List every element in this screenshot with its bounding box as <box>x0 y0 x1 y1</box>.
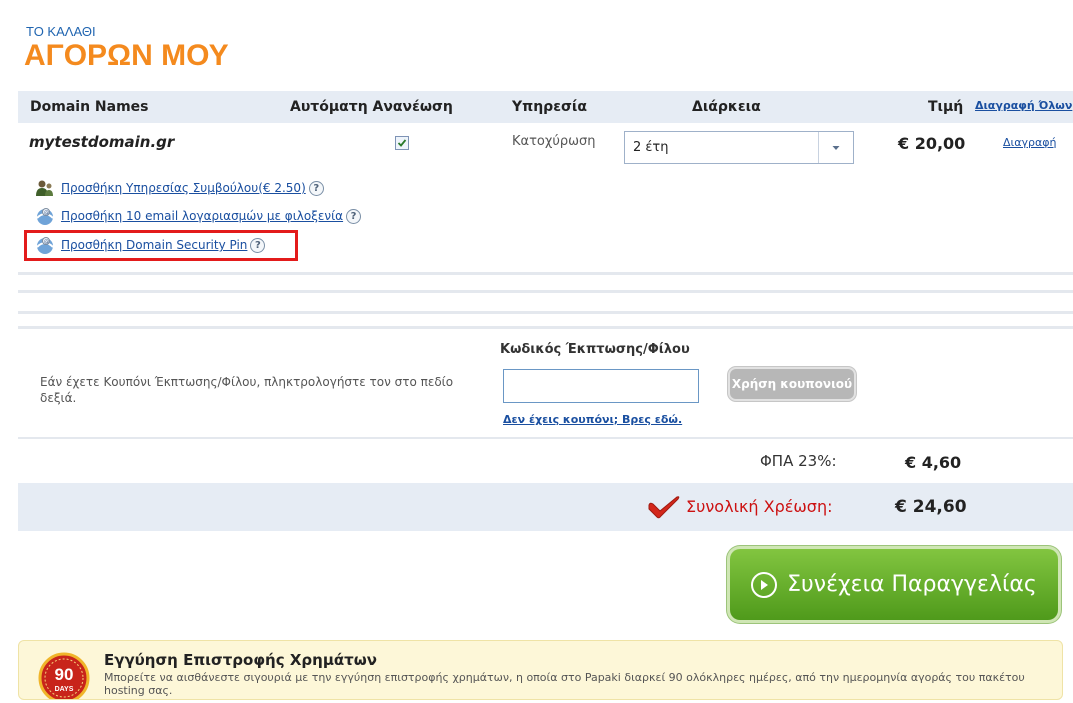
check-mark-icon <box>647 495 681 525</box>
addon-consultant-row: Προσθήκη Υπηρεσίας Συμβούλου(€ 2.50) ? <box>34 178 324 198</box>
chevron-down-icon[interactable] <box>818 132 853 163</box>
col-auto-renew: Αυτόματη Ανανέωση <box>290 99 453 115</box>
guarantee-text: Μπορείτε να αισθάνεστε σιγουριά με την ε… <box>104 671 1025 697</box>
svg-text:90: 90 <box>55 665 74 684</box>
divider <box>18 326 1073 329</box>
coupon-input[interactable] <box>503 369 699 403</box>
continue-order-button[interactable]: Συνέχεια Παραγγελίας <box>730 549 1058 620</box>
total-value: € 24,60 <box>895 497 967 517</box>
guarantee-title: Εγγύηση Επιστροφής Χρημάτων <box>104 651 378 669</box>
divider <box>18 311 1073 314</box>
addon-email-row: @ Προσθήκη 10 email λογαριασμών με φιλοξ… <box>34 206 362 226</box>
duration-select[interactable]: 2 έτη <box>624 131 854 164</box>
divider <box>18 290 1073 293</box>
cart-title: ΑΓΟΡΩΝ ΜΟΥ <box>24 39 229 72</box>
coupon-label: Κωδικός Έκπτωσης/Φίλου <box>500 342 690 357</box>
add-email-accounts-link[interactable]: Προσθήκη 10 email λογαριασμών με φιλοξεν… <box>61 209 343 223</box>
delete-all-link[interactable]: Διαγραφή Όλων <box>975 99 1072 112</box>
add-consultant-link[interactable]: Προσθήκη Υπηρεσίας Συμβούλου(€ 2.50) <box>61 181 306 195</box>
svg-text:DAYS: DAYS <box>55 686 74 693</box>
coupon-description: Εάν έχετε Κουπόνι Έκπτωσης/Φίλου, πληκτρ… <box>40 375 454 405</box>
item-price: € 20,00 <box>898 134 966 153</box>
auto-renew-checkbox[interactable] <box>395 136 409 150</box>
help-icon[interactable]: ? <box>308 180 324 196</box>
consultant-icon <box>34 178 56 198</box>
divider <box>18 437 1073 439</box>
col-duration: Διάρκεια <box>692 99 761 115</box>
help-icon[interactable]: ? <box>346 208 362 224</box>
highlight-box <box>24 230 298 261</box>
vat-value: € 4,60 <box>905 453 962 472</box>
svg-text:@: @ <box>44 210 49 216</box>
continue-order-label: Συνέχεια Παραγγελίας <box>787 572 1037 597</box>
col-service: Υπηρεσία <box>512 99 587 115</box>
col-domain-names: Domain Names <box>30 99 149 115</box>
find-coupon-link[interactable]: Δεν έχεις κουπόνι; Βρες εδώ. <box>503 413 682 426</box>
email-icon: @ <box>34 206 56 226</box>
service-name: Κατοχύρωση <box>512 134 596 149</box>
vat-label: ΦΠΑ 23%: <box>760 452 837 470</box>
domain-name: mytestdomain.gr <box>29 133 175 151</box>
divider <box>18 272 1073 275</box>
total-label: Συνολική Χρέωση: <box>686 497 833 516</box>
cart-title-small: ΤΟ ΚΑΛΑΘΙ <box>26 24 96 39</box>
apply-coupon-button[interactable]: Χρήση κουπονιού <box>728 367 856 401</box>
checkmark-icon <box>397 139 407 147</box>
play-icon <box>751 571 778 598</box>
col-price: Τιμή <box>928 99 964 115</box>
delete-item-link[interactable]: Διαγραφή <box>1003 136 1056 149</box>
duration-value: 2 έτη <box>633 140 669 155</box>
